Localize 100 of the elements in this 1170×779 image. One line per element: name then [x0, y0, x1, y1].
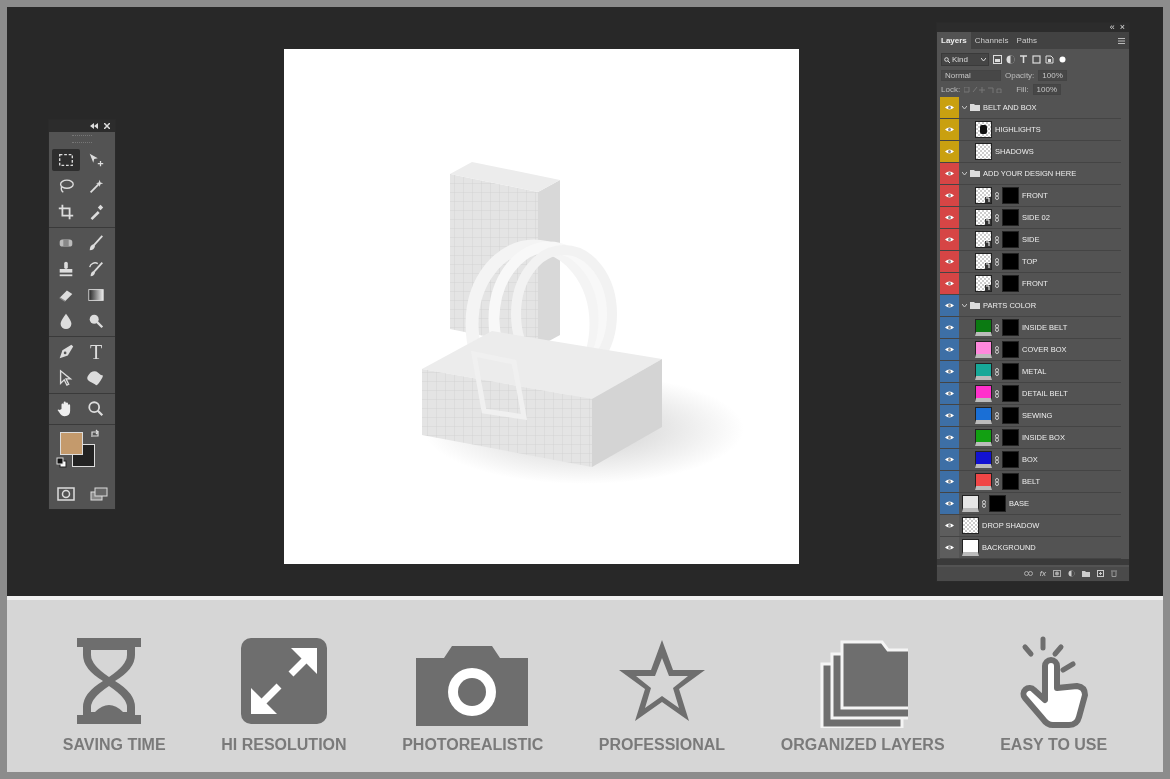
folder-icon — [970, 170, 980, 178]
mask-thumbnail — [1002, 451, 1019, 469]
eye-icon[interactable] — [945, 192, 954, 200]
eye-icon[interactable] — [945, 368, 954, 376]
crop-icon — [57, 203, 75, 221]
link-chain-icon — [995, 279, 999, 288]
default-colors-icon[interactable] — [56, 457, 67, 468]
link-layers-icon[interactable] — [1023, 571, 1033, 577]
panel-tab[interactable]: Layers — [937, 32, 971, 50]
caret-down-icon[interactable] — [962, 105, 967, 110]
pen-nib-icon — [57, 343, 75, 361]
link-chain-icon — [995, 257, 999, 266]
opacity-field[interactable]: 100% — [1038, 69, 1067, 81]
opacity-label: Opacity: — [1005, 70, 1035, 80]
feature-label: ORGANIZED LAYERS — [780, 736, 945, 754]
caret-down-icon[interactable] — [962, 171, 967, 176]
new-group-icon[interactable] — [1082, 570, 1090, 577]
lasso-icon — [57, 177, 75, 195]
move-arrow-icon — [87, 151, 105, 169]
folder-icon — [970, 104, 980, 112]
eye-icon[interactable] — [945, 302, 954, 310]
link-chain-icon — [995, 323, 999, 332]
smart-object-filter-icon[interactable] — [1045, 55, 1054, 65]
layer-thumbnail — [975, 187, 992, 205]
layer-style-button[interactable]: fx — [1039, 569, 1046, 579]
mask-thumbnail — [1002, 341, 1019, 359]
eye-icon[interactable] — [945, 456, 954, 464]
trash-icon[interactable] — [1111, 570, 1117, 578]
magnifier-icon — [87, 312, 105, 330]
eye-icon[interactable] — [945, 280, 954, 288]
eye-icon[interactable] — [945, 258, 954, 266]
link-chain-icon — [995, 433, 999, 442]
panel-tab[interactable]: Channels — [970, 32, 1013, 50]
layer-thumbnail — [975, 143, 992, 161]
layer-thumbnail — [975, 231, 992, 249]
eye-icon[interactable] — [945, 170, 954, 178]
mask-thumbnail — [1002, 231, 1019, 249]
eye-icon[interactable] — [945, 126, 954, 134]
color-swatches-icon[interactable] — [60, 432, 96, 468]
eye-icon[interactable] — [945, 500, 954, 508]
eye-icon[interactable] — [945, 522, 954, 530]
quick-mask-icon[interactable] — [56, 487, 75, 501]
swap-arrows-icon[interactable] — [90, 429, 100, 439]
link-chain-icon — [995, 389, 999, 398]
close-icon[interactable] — [104, 123, 110, 129]
eye-icon[interactable] — [945, 104, 954, 112]
folder-icon — [970, 302, 980, 310]
filter-toggle-icon[interactable] — [1058, 55, 1067, 65]
eye-icon[interactable] — [945, 478, 954, 486]
layer-thumbnail — [962, 517, 979, 535]
eye-icon[interactable] — [945, 412, 954, 420]
collapse-button[interactable]: « — [1109, 23, 1115, 32]
layer-thumbnail — [975, 209, 992, 227]
mask-thumbnail — [1002, 473, 1019, 491]
adjustment-filter-icon[interactable] — [1006, 55, 1015, 65]
new-layer-icon[interactable] — [1097, 570, 1104, 578]
layer-thumbnail — [975, 253, 992, 271]
layer-thumbnail — [975, 275, 992, 293]
collapse-icon[interactable] — [90, 123, 98, 129]
panel-tab[interactable]: Paths — [1012, 32, 1042, 50]
eye-icon[interactable] — [945, 434, 954, 442]
stamp-icon — [57, 260, 75, 278]
dashed-rectangle-icon — [57, 151, 75, 169]
layer-mask-icon[interactable] — [1053, 570, 1061, 578]
mask-thumbnail — [1002, 187, 1019, 205]
adjustment-layer-icon[interactable] — [1068, 570, 1075, 578]
eye-icon[interactable] — [945, 148, 954, 156]
panel-grip[interactable] — [72, 135, 92, 143]
caret-down-icon — [981, 58, 986, 62]
filter-dropdown[interactable]: Kind — [941, 53, 989, 67]
link-chain-icon — [995, 213, 999, 222]
gradient-icon — [87, 286, 105, 304]
layer-thumbnail — [962, 495, 979, 513]
image-filter-icon[interactable] — [993, 55, 1002, 65]
feature-label: HI RESOLUTION — [221, 736, 347, 754]
eye-icon[interactable] — [945, 390, 954, 398]
eye-icon[interactable] — [945, 214, 954, 222]
eye-icon[interactable] — [945, 324, 954, 332]
eye-icon[interactable] — [945, 236, 954, 244]
fill-field[interactable]: 100% — [1032, 84, 1062, 96]
shape-filter-icon[interactable] — [1032, 55, 1041, 65]
feature-label: PROFESSIONAL — [598, 736, 726, 754]
eye-icon[interactable] — [945, 346, 954, 354]
history-brush-icon — [87, 260, 105, 278]
brush-icon — [87, 234, 105, 252]
caret-down-icon[interactable] — [962, 303, 967, 308]
mask-thumbnail — [1002, 275, 1019, 293]
mask-thumbnail — [1002, 319, 1019, 337]
menu-icon[interactable] — [1118, 37, 1125, 44]
screen-mode-icon[interactable] — [89, 487, 108, 501]
type-tool[interactable]: T — [82, 341, 110, 363]
eye-icon[interactable] — [945, 544, 954, 552]
mask-thumbnail — [1002, 253, 1019, 271]
blend-mode-dropdown[interactable]: Normal — [941, 69, 1001, 81]
feature-label: PHOTOREALISTIC — [402, 736, 544, 754]
mask-thumbnail — [1002, 363, 1019, 381]
link-chain-icon — [995, 345, 999, 354]
type-filter-icon[interactable] — [1019, 55, 1028, 65]
close-button[interactable]: × — [1119, 23, 1125, 32]
dashed-rectangle-tool[interactable] — [52, 149, 80, 171]
